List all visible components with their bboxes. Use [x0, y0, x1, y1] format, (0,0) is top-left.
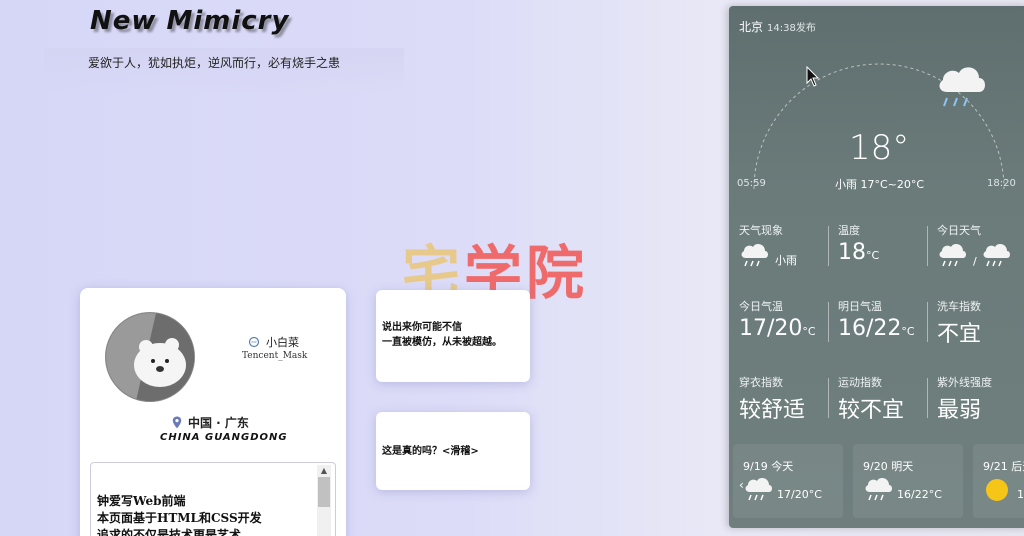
weather-cell: 穿衣指数 较舒适	[739, 370, 829, 436]
weather-cell: 运动指数 较不宜	[838, 370, 928, 436]
cell-value: 16/22	[838, 316, 902, 341]
forecast-card[interactable]: 9/20 明天 16/22°C	[853, 444, 963, 518]
divider	[927, 226, 928, 266]
sunrise-time: 05:59	[737, 178, 766, 189]
publish-time: 14:38发布	[767, 23, 816, 34]
weather-cell: 紫外线强度 最弱	[937, 370, 1024, 436]
cell-label: 洗车指数	[937, 300, 981, 313]
weather-cell: 温度 18°C	[838, 218, 928, 284]
divider	[927, 302, 928, 342]
divider	[828, 378, 829, 418]
weather-cell: 洗车指数 不宜	[937, 294, 1024, 360]
location-text: 中国 · 广东	[188, 416, 249, 430]
site-tagline: 爱欲于人，犹如执炬，逆风而行，必有烧手之患	[44, 48, 404, 94]
cell-label: 温度	[838, 224, 860, 237]
forecast-strip: 9/19 今天 17/20°C ‹ 9/20 明天 16/22°C 9/21 后…	[729, 444, 1024, 528]
bio-text: 钟爱写Web前端 本页面基于HTML和CSS开发 追求的不仅是技术更是艺术	[97, 493, 262, 536]
cell-label: 天气现象	[739, 224, 783, 237]
chat-bubble-icon	[248, 336, 260, 348]
cell-icons: /	[937, 242, 1024, 268]
username: 小白菜	[266, 336, 299, 349]
cell-unit: °C	[802, 325, 816, 338]
cell-icons: 小雨	[739, 242, 829, 268]
location-pin-icon	[172, 416, 182, 429]
rain-cloud-icon	[745, 477, 772, 501]
bio-line-3: 追求的不仅是技术更是艺术	[97, 528, 242, 536]
weather-cell: 明日气温 16/22°C	[838, 294, 928, 360]
weather-cell: 今日天气 /	[937, 218, 1024, 284]
cell-value: 最弱	[937, 398, 982, 423]
cell-label: 今日天气	[937, 224, 981, 237]
cell-label: 紫外线强度	[937, 376, 992, 389]
current-condition: 小雨 17°C~20°C	[835, 178, 925, 191]
weather-row: 今日气温 17/20°C 明日气温 16/22°C 洗车指数 不宜	[729, 294, 1024, 370]
forecast-temp: 16/22°C	[897, 488, 942, 501]
rain-cloud-icon	[939, 67, 985, 107]
cell-value: 18	[838, 240, 866, 265]
weather-cell: 天气现象 小雨	[739, 218, 829, 284]
message-card[interactable]: 说出来你可能不信 一直被模仿，从未被超越。	[376, 290, 530, 382]
profile-card: 小白菜 Tencent_Mask 中国 · 广东 CHINA GUANGDONG…	[80, 288, 346, 536]
forecast-date: 9/21 后天	[983, 460, 1024, 473]
forecast-temp: 17/20°C	[777, 488, 822, 501]
scroll-up-arrow-icon[interactable]: ▲	[317, 465, 331, 477]
weather-cell: 今日气温 17/20°C	[739, 294, 829, 360]
forecast-card[interactable]: 9/21 后天 15	[973, 444, 1024, 518]
rain-cloud-icon	[983, 243, 1010, 267]
cell-unit: °C	[866, 249, 880, 262]
divider	[828, 226, 829, 266]
rain-cloud-icon	[741, 243, 768, 267]
forecast-temp: 15	[1017, 488, 1024, 501]
username-row: 小白菜	[248, 334, 299, 350]
cell-value: 较不宜	[838, 398, 905, 423]
message-line: 这是真的吗？<滑稽>	[382, 446, 479, 457]
city-name: 北京	[739, 20, 764, 34]
location: 中国 · 广东	[172, 414, 249, 431]
watermark-char-3: 院	[526, 239, 589, 307]
scroll-thumb[interactable]	[318, 477, 330, 507]
cell-value: 小雨	[775, 254, 797, 267]
cell-separator: /	[973, 255, 977, 268]
mouse-cursor-icon	[806, 66, 820, 87]
sun-icon	[986, 479, 1008, 501]
cell-value: 不宜	[937, 322, 982, 347]
bio-textarea[interactable]: 钟爱写Web前端 本页面基于HTML和CSS开发 追求的不仅是技术更是艺术 ▲	[90, 462, 336, 536]
divider	[927, 378, 928, 418]
chevron-left-icon[interactable]: ‹	[739, 478, 744, 492]
cell-label: 穿衣指数	[739, 376, 783, 389]
user-tag: Tencent_Mask	[242, 351, 308, 361]
weather-panel: 北京 14:38发布 18° 小雨 17°C~20°C 05:59 18:20 天…	[729, 6, 1024, 528]
cell-label: 明日气温	[838, 300, 882, 313]
forecast-card[interactable]: 9/19 今天 17/20°C ‹	[733, 444, 843, 518]
cell-value: 17/20	[739, 316, 803, 341]
bio-line-2: 本页面基于HTML和CSS开发	[97, 511, 262, 525]
avatar-bear-image	[106, 313, 194, 401]
weather-row: 天气现象 小雨 温度 18°C 今日天气 /	[729, 218, 1024, 294]
cell-label: 今日气温	[739, 300, 783, 313]
weather-city: 北京 14:38发布	[739, 18, 816, 35]
site-brand: New Mimicry	[90, 6, 290, 36]
bio-line-1: 钟爱写Web前端	[97, 494, 186, 508]
forecast-date: 9/19 今天	[743, 460, 794, 473]
cell-label: 运动指数	[838, 376, 882, 389]
weather-grid: 天气现象 小雨 温度 18°C 今日天气 / 今日气温 17/20°C 明日气温…	[729, 218, 1024, 446]
weather-row: 穿衣指数 较舒适 运动指数 较不宜 紫外线强度 最弱	[729, 370, 1024, 446]
location-english: CHINA GUANGDONG	[160, 432, 288, 443]
divider	[828, 302, 829, 342]
rain-cloud-icon	[865, 477, 892, 501]
sunset-time: 18:20	[987, 178, 1016, 189]
forecast-date: 9/20 明天	[863, 460, 914, 473]
cell-value: 较舒适	[739, 398, 806, 423]
rain-cloud-icon	[939, 243, 966, 267]
message-line: 一直被模仿，从未被超越。	[382, 337, 502, 348]
bio-scrollbar[interactable]: ▲	[317, 465, 331, 536]
avatar[interactable]	[105, 312, 195, 402]
current-temperature: 18°	[849, 128, 910, 168]
message-card[interactable]: 这是真的吗？<滑稽>	[376, 412, 530, 490]
message-line: 说出来你可能不信	[382, 322, 462, 333]
cell-unit: °C	[901, 325, 915, 338]
